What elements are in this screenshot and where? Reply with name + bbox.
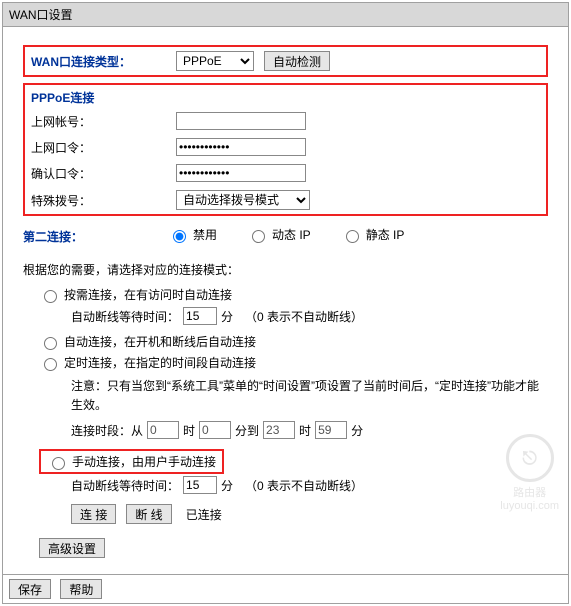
wan-type-label: WAN口连接类型：	[31, 53, 176, 70]
radio-on-demand[interactable]	[44, 290, 57, 303]
on-demand-wait-label: 自动断线等待时间：	[71, 308, 179, 325]
auto-detect-button[interactable]: 自动检测	[264, 51, 330, 71]
wait-note-1: （0 表示不自动断线）	[245, 308, 363, 325]
second-conn-dynamic[interactable]: 动态 IP	[247, 226, 311, 243]
time-prefix: 连接时段：从	[71, 422, 143, 439]
time-h1-input	[147, 421, 179, 439]
confirm-input[interactable]	[176, 164, 306, 182]
second-conn-disable[interactable]: 禁用	[168, 226, 217, 243]
mode-auto[interactable]: 自动连接，在开机和断线后自动连接	[39, 333, 548, 350]
radio-dynamic[interactable]	[252, 230, 265, 243]
second-conn-label: 第二连接：	[23, 228, 168, 245]
password-input[interactable]	[176, 138, 306, 156]
wait-unit-1: 分	[221, 308, 233, 325]
radio-dynamic-label: 动态 IP	[272, 226, 311, 243]
mode-auto-label: 自动连接，在开机和断线后自动连接	[64, 333, 256, 350]
mode-manual-label: 手动连接，由用户手动连接	[72, 453, 216, 470]
manual-wait-input[interactable]	[183, 476, 217, 494]
mode-manual[interactable]: 手动连接，由用户手动连接	[47, 453, 216, 470]
scheduled-note: 注意：只有当您到“系统工具”菜单的“时间设置”项设置了当前时间后，“定时连接”功…	[39, 377, 548, 415]
help-button[interactable]: 帮助	[60, 579, 102, 599]
radio-auto[interactable]	[44, 337, 57, 350]
mode-on-demand-label: 按需连接，在有访问时自动连接	[64, 286, 232, 303]
password-label: 上网口令：	[31, 139, 176, 156]
disconnect-button[interactable]: 断 线	[126, 504, 171, 524]
account-label: 上网帐号：	[31, 113, 176, 130]
mode-on-demand[interactable]: 按需连接，在有访问时自动连接	[39, 286, 548, 303]
radio-scheduled[interactable]	[44, 358, 57, 371]
hour-unit-2: 时	[299, 422, 311, 439]
radio-static-label: 静态 IP	[366, 226, 405, 243]
special-dial-select[interactable]: 自动选择拨号模式	[176, 190, 310, 210]
window-title: WAN口设置	[3, 3, 568, 27]
connection-status: 已连接	[186, 506, 222, 523]
time-to: 分到	[235, 422, 259, 439]
wan-type-highlight: WAN口连接类型： PPPoE 自动检测	[23, 45, 548, 77]
advanced-button[interactable]: 高级设置	[39, 538, 105, 558]
hour-unit-1: 时	[183, 422, 195, 439]
connect-button[interactable]: 连 接	[71, 504, 116, 524]
radio-static[interactable]	[346, 230, 359, 243]
pppoe-highlight: PPPoE连接 上网帐号： 上网口令： 确认口令： 特殊拨号： 自动选择拨号模式	[23, 83, 548, 216]
account-input[interactable]	[176, 112, 306, 130]
wan-type-select[interactable]: PPPoE	[176, 51, 254, 71]
time-m2-input	[315, 421, 347, 439]
manual-highlight: 手动连接，由用户手动连接	[39, 449, 224, 474]
radio-disable[interactable]	[173, 230, 186, 243]
on-demand-wait-input[interactable]	[183, 307, 217, 325]
mode-scheduled-label: 定时连接，在指定的时间段自动连接	[64, 354, 256, 371]
wait-note-2: （0 表示不自动断线）	[245, 477, 363, 494]
radio-manual[interactable]	[52, 457, 65, 470]
confirm-label: 确认口令：	[31, 165, 176, 182]
manual-wait-label: 自动断线等待时间：	[71, 477, 179, 494]
pppoe-header: PPPoE连接	[31, 89, 540, 106]
time-m1-input	[199, 421, 231, 439]
min-unit-2: 分	[351, 422, 363, 439]
mode-hint: 根据您的需要，请选择对应的连接模式：	[23, 261, 548, 278]
save-button[interactable]: 保存	[9, 579, 51, 599]
radio-disable-label: 禁用	[193, 226, 217, 243]
time-h2-input	[263, 421, 295, 439]
wait-unit-2: 分	[221, 477, 233, 494]
second-conn-static[interactable]: 静态 IP	[341, 226, 405, 243]
mode-scheduled[interactable]: 定时连接，在指定的时间段自动连接	[39, 354, 548, 371]
special-dial-label: 特殊拨号：	[31, 192, 176, 209]
